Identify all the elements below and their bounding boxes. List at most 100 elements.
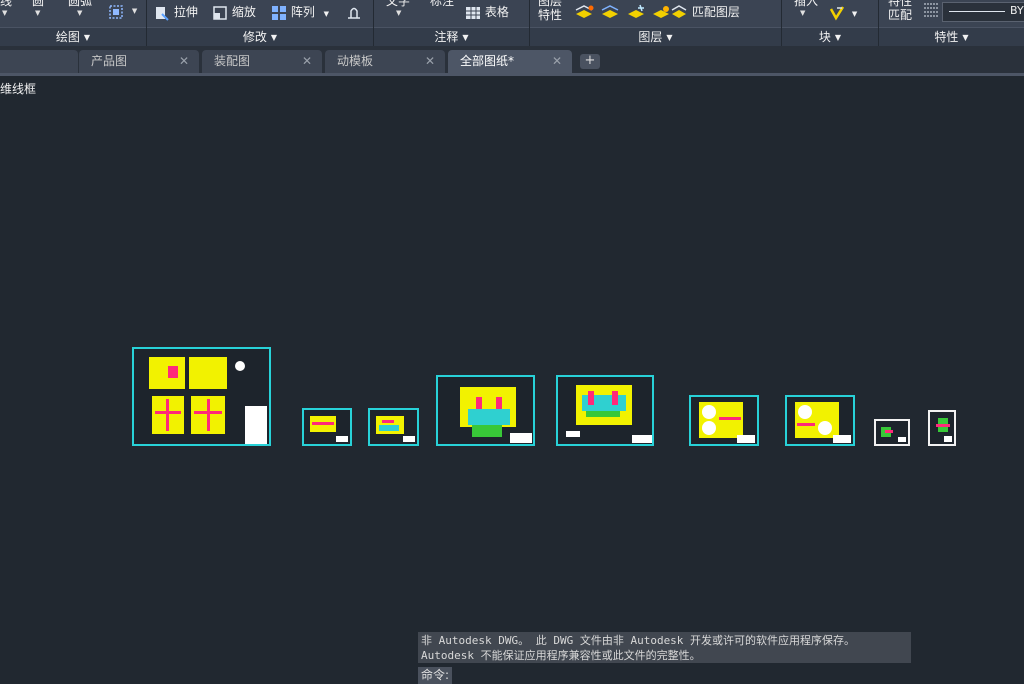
sheet-element bbox=[797, 423, 815, 426]
insert-button[interactable]: 插入 bbox=[794, 0, 818, 10]
sheet-element bbox=[936, 424, 950, 427]
file-tab-bar: 产品图 ✕ 装配图 ✕ 动模板 ✕ 全部图纸* ✕ + bbox=[0, 46, 1024, 76]
properties-panel: 特性 匹配 BY 特性 ▼ bbox=[879, 0, 1024, 47]
drawing-canvas[interactable] bbox=[0, 76, 1024, 632]
match-layer-button[interactable]: 匹配图层 bbox=[670, 2, 740, 22]
command-history-line: Autodesk 不能保证应用程序兼容性或此文件的完整性。 bbox=[421, 649, 701, 662]
boundary-button[interactable]: ▼ bbox=[108, 1, 137, 21]
lineweight-icon-button[interactable] bbox=[922, 0, 940, 18]
sheet-element bbox=[496, 397, 502, 409]
layer-properties-button[interactable]: 特性 bbox=[538, 5, 562, 25]
edit-attributes-button[interactable]: ▼ bbox=[828, 2, 857, 22]
sheet-element bbox=[586, 411, 620, 417]
scale-button[interactable]: 缩放 bbox=[212, 2, 256, 22]
drawing-sheet-3[interactable] bbox=[368, 408, 419, 446]
drawing-sheet-2[interactable] bbox=[302, 408, 352, 446]
table-button[interactable]: 表格 bbox=[465, 2, 509, 22]
sheet-element bbox=[818, 421, 832, 435]
properties-panel-label: 特性 bbox=[934, 30, 959, 44]
sheet-element bbox=[472, 425, 502, 437]
sheet-element bbox=[207, 399, 210, 431]
layers-panel-title[interactable]: 图层 ▼ bbox=[530, 27, 781, 47]
edit-attributes-dropdown-icon[interactable]: ▼ bbox=[852, 10, 857, 18]
sheet-element bbox=[312, 422, 334, 425]
close-icon[interactable]: ✕ bbox=[425, 50, 435, 72]
linetype-value: BY bbox=[1010, 4, 1024, 17]
drawing-sheet-8[interactable] bbox=[874, 419, 910, 446]
annotation-panel-title[interactable]: 注释 ▼ bbox=[374, 27, 529, 47]
sheet-element bbox=[612, 391, 618, 405]
draw-panel-expand-icon: ▼ bbox=[83, 33, 91, 42]
drawing-sheet-5[interactable] bbox=[556, 375, 654, 446]
match-properties-button[interactable]: 匹配 bbox=[888, 5, 912, 25]
close-icon[interactable]: ✕ bbox=[552, 50, 562, 72]
lineweight-icon bbox=[924, 3, 938, 16]
ribbon: 线 ▼ 圆 ▼ 圆弧 ▼ ▼ 绘图 ▼ 拉伸 缩放 阵列 ▼ 修改 ▼ 文字 ▼… bbox=[0, 0, 1024, 47]
annotation-panel-expand-icon: ▼ bbox=[462, 33, 469, 42]
draw-panel-label: 绘图 bbox=[55, 30, 80, 44]
layer-unisolate-icon[interactable] bbox=[600, 4, 622, 22]
drawing-sheet-7[interactable] bbox=[785, 395, 855, 446]
join-icon bbox=[348, 7, 360, 19]
scale-icon bbox=[213, 5, 227, 20]
sheet-element bbox=[379, 425, 399, 431]
table-icon bbox=[466, 6, 480, 19]
sheet-element bbox=[702, 405, 716, 419]
drawing-sheet-1[interactable] bbox=[132, 347, 271, 446]
stretch-button[interactable]: 拉伸 bbox=[154, 2, 198, 22]
layers-panel-expand-icon: ▼ bbox=[666, 33, 673, 42]
tab-product-drawing[interactable]: 产品图 ✕ bbox=[79, 50, 199, 73]
layer-freeze-icon[interactable] bbox=[626, 4, 648, 22]
modify-panel-label: 修改 bbox=[242, 30, 267, 44]
tab-assembly-drawing[interactable]: 装配图 ✕ bbox=[202, 50, 322, 73]
join-button[interactable] bbox=[346, 2, 362, 22]
command-history-line: 非 Autodesk DWG。 此 DWG 文件由非 Autodesk 开发或许… bbox=[421, 634, 856, 647]
drawing-sheet-9[interactable] bbox=[928, 410, 956, 446]
circle-dropdown-icon[interactable]: ▼ bbox=[35, 9, 40, 17]
modify-panel-expand-icon: ▼ bbox=[270, 33, 278, 42]
tab-label: 装配图 bbox=[214, 54, 251, 68]
sheet-element bbox=[403, 436, 415, 442]
layers-panel: 图层 特性 匹配图层 图层 ▼ bbox=[530, 0, 782, 47]
modify-panel-title[interactable]: 修改 ▼ bbox=[147, 27, 373, 47]
tab-start[interactable] bbox=[0, 50, 78, 73]
arc-dropdown-icon[interactable]: ▼ bbox=[77, 9, 82, 17]
boundary-dropdown-icon[interactable]: ▼ bbox=[132, 7, 137, 15]
block-panel-expand-icon: ▼ bbox=[834, 33, 842, 42]
sheet-element bbox=[189, 357, 227, 389]
sheet-element bbox=[166, 399, 169, 431]
text-dropdown-icon[interactable]: ▼ bbox=[396, 9, 401, 17]
sheet-element bbox=[149, 357, 185, 389]
line-dropdown-icon[interactable]: ▼ bbox=[2, 9, 7, 17]
drawing-sheet-6[interactable] bbox=[689, 395, 759, 446]
tab-label: 动模板 bbox=[337, 54, 374, 68]
tab-label: 全部图纸* bbox=[460, 54, 515, 68]
tab-label: 产品图 bbox=[91, 54, 128, 68]
properties-panel-title[interactable]: 特性 ▼ bbox=[879, 27, 1024, 47]
tab-all-drawings[interactable]: 全部图纸* ✕ bbox=[448, 50, 572, 73]
block-panel-title[interactable]: 块 ▼ bbox=[782, 27, 878, 47]
tab-moving-plate[interactable]: 动模板 ✕ bbox=[325, 50, 445, 73]
block-panel-label: 块 bbox=[818, 30, 831, 44]
sheet-element bbox=[702, 421, 716, 435]
sheet-element bbox=[566, 431, 580, 437]
table-label: 表格 bbox=[484, 5, 509, 19]
close-icon[interactable]: ✕ bbox=[179, 50, 189, 72]
insert-dropdown-icon[interactable]: ▼ bbox=[800, 9, 805, 17]
sheet-element bbox=[798, 405, 812, 419]
array-button[interactable]: 阵列 ▼ bbox=[271, 2, 329, 22]
close-icon[interactable]: ✕ bbox=[302, 50, 312, 72]
annotation-panel-label: 注释 bbox=[434, 30, 459, 44]
layers-panel-label: 图层 bbox=[638, 30, 663, 44]
linetype-dropdown[interactable]: BY bbox=[942, 2, 1024, 22]
new-tab-button[interactable]: + bbox=[580, 54, 600, 69]
command-line-input[interactable]: 命令: bbox=[418, 667, 453, 684]
sheet-element bbox=[885, 430, 893, 433]
dimension-button[interactable]: 标注 bbox=[430, 0, 454, 10]
draw-panel-title[interactable]: 绘图 ▼ bbox=[0, 27, 146, 47]
linetype-sample bbox=[949, 11, 1005, 12]
array-dropdown-icon[interactable]: ▼ bbox=[324, 10, 329, 18]
block-panel: 插入 ▼ ▼ 块 ▼ bbox=[782, 0, 879, 47]
layer-isolate-icon[interactable] bbox=[574, 4, 596, 22]
drawing-sheet-4[interactable] bbox=[436, 375, 535, 446]
